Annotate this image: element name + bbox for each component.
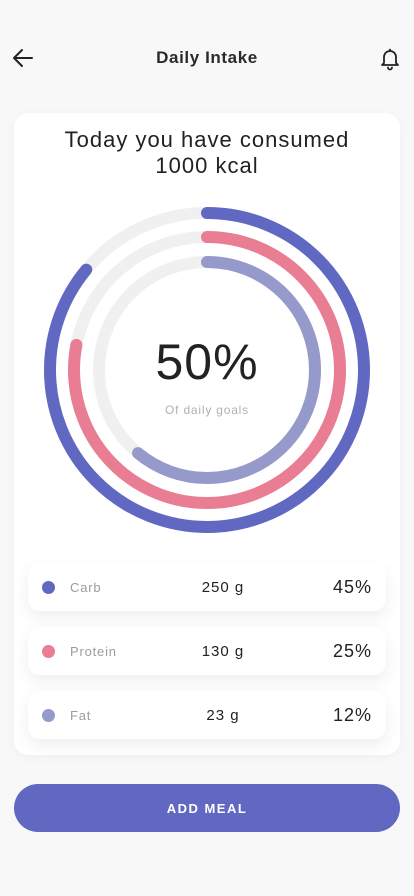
fat-color-dot [42,709,55,722]
macro-row-protein: Protein 130 g 25% [28,627,386,675]
macro-grams: 250 g [201,579,245,596]
goal-subtitle: Of daily goals [165,403,249,417]
consumed-headline: Today you have consumed 1000 kcal [14,127,400,179]
macro-name: Carb [70,580,102,595]
macro-grams: 23 g [206,707,240,724]
add-meal-button[interactable]: ADD MEAL [14,784,400,832]
carb-color-dot [42,581,55,594]
intake-card: Today you have consumed 1000 kcal 50% Of… [14,113,400,755]
goal-percent: 50% [155,334,259,390]
bell-icon [381,48,399,71]
page-title: Daily Intake [156,48,258,67]
macro-percent: 25% [332,641,372,661]
macro-row-fat: Fat 23 g 12% [28,691,386,739]
macro-percent: 12% [332,705,372,725]
notifications-button[interactable] [376,44,404,72]
daily-intake-screen: Daily Intake Today you have consumed 100… [0,0,414,896]
protein-color-dot [42,645,55,658]
headline-line-2: 1000 kcal [155,153,259,178]
headline-line-1: Today you have consumed [64,127,350,152]
macro-name: Fat [70,708,92,723]
macro-row-carb: Carb 250 g 45% [28,563,386,611]
macro-percent: 45% [332,577,372,597]
top-bar: Daily Intake [0,34,414,82]
progress-rings: 50% Of daily goals [42,205,372,535]
macro-name: Protein [70,644,117,659]
macro-grams: 130 g [201,643,245,660]
